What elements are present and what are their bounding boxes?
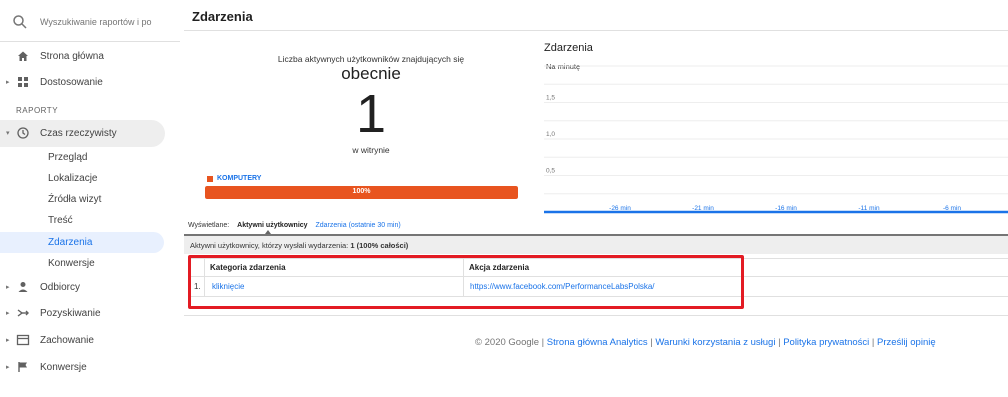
summary-band: Aktywni użytkownicy, którzy wysłali wyda…	[184, 234, 1008, 254]
sidebar-item-label: Konwersje	[40, 361, 87, 373]
expand-caret-icon: ▸	[6, 310, 10, 317]
summary-percentage: (100% całości)	[356, 241, 409, 250]
summary-value: 1	[350, 241, 355, 250]
chart-y-tick-label: 1,5	[546, 95, 555, 102]
chart-title: Zdarzenia	[544, 42, 593, 54]
sidebar-item-label: Odbiorcy	[40, 281, 81, 293]
acquisition-icon	[17, 309, 29, 317]
expand-caret-icon: ▸	[6, 364, 10, 371]
sidebar-item-realtime[interactable]: ▾ Czas rzeczywisty	[0, 120, 180, 146]
sidebar-item-label: Czas rzeczywisty	[40, 127, 117, 139]
view-tabs: Wyświetlane: Aktywni użytkownicy Zdarzen…	[188, 222, 401, 229]
search-input[interactable]	[40, 12, 170, 32]
active-users-count: 1	[355, 84, 387, 144]
person-icon	[18, 282, 28, 292]
sidebar-item-behavior[interactable]: ▸ Zachowanie	[0, 327, 180, 353]
device-label: KOMPUTERY	[207, 175, 261, 182]
sidebar-item-home[interactable]: Strona główna	[0, 43, 180, 69]
sidebar-item-label: Strona główna	[40, 50, 104, 62]
behavior-window-icon	[16, 334, 30, 346]
red-highlight-box	[188, 255, 744, 309]
flag-icon	[18, 362, 27, 372]
active-users-caption: Liczba aktywnych użytkowników znajdujący…	[277, 54, 465, 64]
footer-link-analytics-home[interactable]: Strona główna Analytics	[547, 337, 648, 348]
analytics-app: Strona główna ▸ Dostosowanie RAPORTY ▾ C…	[0, 0, 1008, 397]
summary-prefix: Aktywni użytkownicy, którzy wysłali wyda…	[190, 241, 349, 250]
expand-caret-icon: ▸	[6, 337, 10, 344]
sidebar: Strona główna ▸ Dostosowanie RAPORTY ▾ C…	[0, 0, 180, 397]
footer: © 2020 Google | Strona główna Analytics …	[475, 337, 936, 348]
sidebar-subitem-conversions[interactable]: Konwersje	[48, 258, 95, 269]
sidebar-subitem-traffic-sources[interactable]: Źródła wizyt	[48, 194, 101, 205]
chart-y-tick-label: 1,0	[546, 131, 555, 138]
footer-link-terms[interactable]: Warunki korzystania z usługi	[655, 337, 775, 348]
sidebar-subitem-content[interactable]: Treść	[48, 215, 73, 226]
device-label-text: KOMPUTERY	[217, 175, 262, 182]
chart-y-tick-label: 0,5	[546, 168, 555, 175]
search-bar	[0, 0, 180, 42]
active-users-now: obecnie	[341, 64, 401, 83]
sidebar-item-acquisition[interactable]: ▸ Pozyskiwanie	[0, 300, 180, 326]
view-tabs-label: Wyświetlane:	[188, 222, 230, 229]
sidebar-subitem-events[interactable]: Zdarzenia	[48, 237, 92, 248]
sidebar-item-conversions[interactable]: ▸ Konwersje	[0, 354, 180, 380]
expand-caret-icon: ▸	[6, 284, 10, 291]
active-users-on-site: w witrynie	[352, 145, 390, 155]
footer-link-privacy[interactable]: Polityka prywatności	[783, 337, 869, 348]
device-share-label: 100%	[352, 188, 371, 195]
dashboard-icon	[18, 77, 28, 87]
main-content: Zdarzenia Liczba aktywnych użytkowników …	[180, 0, 1008, 397]
sidebar-item-label: Dostosowanie	[40, 76, 103, 88]
footer-link-feedback[interactable]: Prześlij opinię	[877, 337, 936, 348]
reports-section-label: RAPORTY	[16, 106, 59, 115]
divider	[184, 315, 1008, 316]
tab-events-30min[interactable]: Zdarzenia (ostatnie 30 min)	[316, 222, 401, 229]
expand-caret-icon: ▸	[6, 79, 10, 86]
collapse-caret-icon: ▾	[6, 130, 10, 137]
page-title: Zdarzenia	[192, 9, 253, 24]
sidebar-item-audience[interactable]: ▸ Odbiorcy	[0, 274, 180, 300]
footer-copyright: © 2020 Google |	[475, 337, 545, 348]
search-icon[interactable]	[12, 14, 28, 30]
sidebar-item-label: Zachowanie	[40, 334, 94, 346]
clock-icon	[17, 127, 29, 139]
sidebar-item-customize[interactable]: ▸ Dostosowanie	[0, 69, 180, 95]
device-share-bar: 100%	[205, 186, 518, 199]
home-icon	[18, 51, 28, 61]
chart-svg: 1,51,00,5-26 min -21 min -16 min -11 min -6 …	[544, 65, 1008, 214]
events-per-minute-chart: 1,5 1,0 0,5 -26 min -21 min -16 min -11 min -6 …	[544, 56, 1008, 216]
sidebar-subitem-locations[interactable]: Lokalizacje	[48, 173, 97, 184]
sidebar-subitem-overview[interactable]: Przegląd	[48, 152, 87, 163]
summary-text: Aktywni użytkownicy, którzy wysłali wyda…	[190, 241, 408, 250]
tab-active-users[interactable]: Aktywni użytkownicy	[237, 222, 307, 229]
sidebar-item-label: Pozyskiwanie	[40, 307, 101, 319]
divider	[184, 30, 1008, 31]
